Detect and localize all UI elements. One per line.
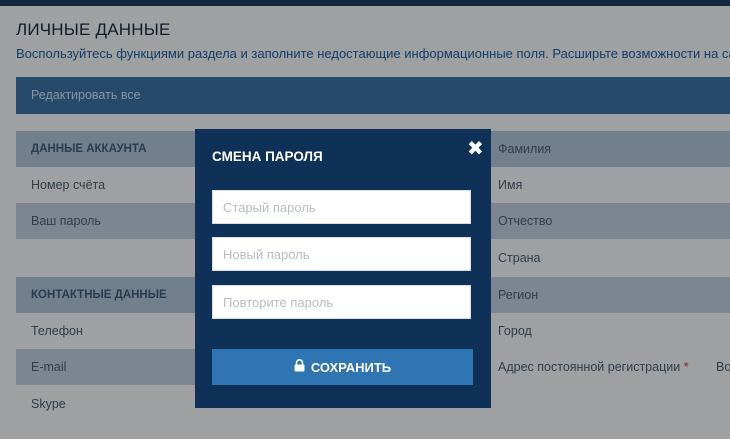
modal-title: СМЕНА ПАРОЛЯ — [212, 149, 323, 164]
change-password-modal: СМЕНА ПАРОЛЯ ✖ СОХРАНИТЬ — [195, 129, 491, 408]
lock-icon — [294, 359, 305, 375]
save-button[interactable]: СОХРАНИТЬ — [212, 349, 473, 385]
save-label: СОХРАНИТЬ — [310, 359, 392, 375]
new-password-input[interactable] — [212, 237, 471, 271]
close-icon[interactable]: ✖ — [467, 139, 484, 159]
repeat-password-input[interactable] — [212, 285, 471, 319]
old-password-input[interactable] — [212, 190, 471, 224]
